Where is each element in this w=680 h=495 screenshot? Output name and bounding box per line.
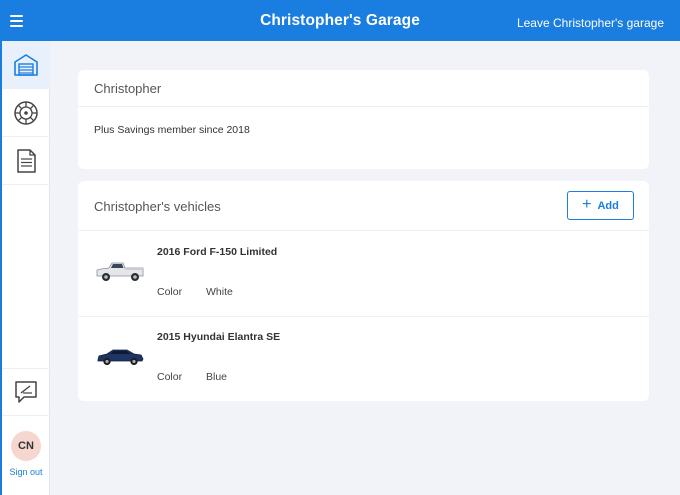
sidebar-item-garage[interactable] — [2, 41, 50, 89]
profile-name: Christopher — [94, 81, 162, 96]
feedback-icon — [15, 381, 37, 403]
vehicles-card: Christopher's vehicles + Add 2016 Ford F… — [78, 181, 649, 401]
leave-garage-link[interactable]: Leave Christopher's garage — [517, 16, 664, 30]
sidebar-item-feedback[interactable] — [2, 368, 50, 416]
vehicle-color-value: Blue — [206, 371, 228, 383]
top-bar: Christopher's Garage Leave Christopher's… — [0, 0, 680, 41]
document-icon — [17, 148, 36, 173]
vehicle-color-value: White — [206, 286, 233, 298]
sign-out-link[interactable]: Sign out — [2, 467, 50, 477]
profile-card: Christopher Plus Savings member since 20… — [78, 70, 649, 169]
sidebar: CN Sign out — [0, 41, 50, 495]
add-button-label: Add — [597, 199, 619, 212]
sedan-image — [97, 349, 144, 366]
sidebar-item-tires[interactable] — [2, 89, 50, 137]
plus-icon: + — [582, 196, 592, 213]
vehicle-color-label: Color — [157, 286, 183, 298]
vehicles-section-title: Christopher's vehicles — [94, 199, 221, 214]
pickup-truck-image — [96, 262, 144, 281]
sidebar-item-documents[interactable] — [2, 137, 50, 185]
avatar[interactable]: CN — [11, 431, 41, 461]
garage-icon — [14, 53, 38, 76]
add-vehicle-button[interactable]: + Add — [567, 191, 634, 220]
vehicle-row[interactable]: 2016 Ford F-150 Limited Color White — [78, 231, 649, 316]
card-divider — [78, 106, 649, 107]
vehicle-name: 2015 Hyundai Elantra SE — [157, 331, 281, 343]
vehicle-color-label: Color — [157, 371, 183, 383]
vehicle-name: 2016 Ford F-150 Limited — [157, 246, 278, 258]
tire-icon — [14, 100, 38, 125]
membership-text: Plus Savings member since 2018 — [94, 124, 250, 136]
vehicle-row[interactable]: 2015 Hyundai Elantra SE Color Blue — [78, 316, 649, 401]
